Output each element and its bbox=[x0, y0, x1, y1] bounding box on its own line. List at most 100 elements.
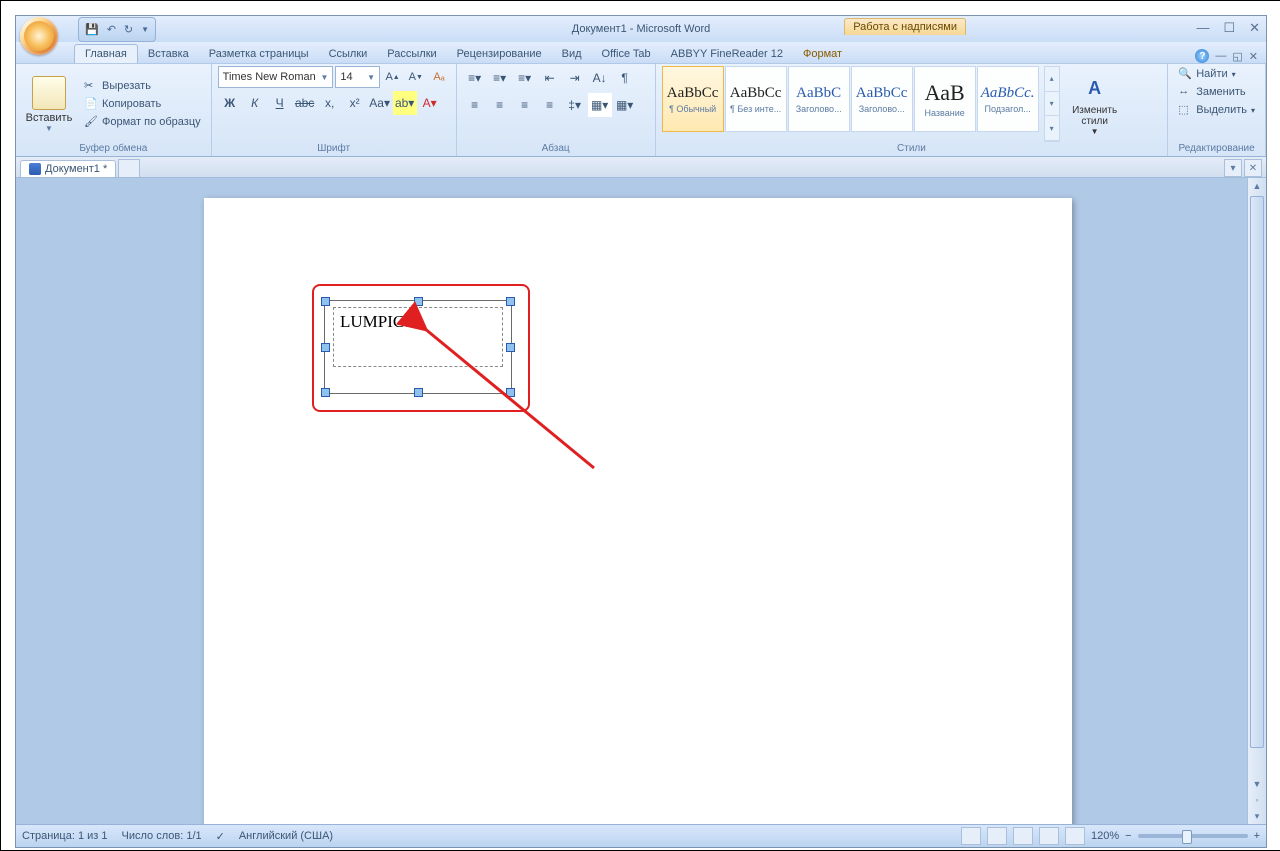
font-btn-6[interactable]: Aa▾ bbox=[368, 91, 392, 115]
view-draft-icon[interactable] bbox=[1065, 827, 1085, 845]
resize-handle[interactable] bbox=[321, 343, 330, 352]
style-item-2[interactable]: AaBbCЗаголово... bbox=[788, 66, 850, 132]
font-btn-0[interactable]: Ж bbox=[218, 91, 242, 115]
zoom-level[interactable]: 120% bbox=[1091, 830, 1119, 842]
borders-icon[interactable]: ▦▾ bbox=[613, 93, 637, 117]
align-center-icon[interactable]: ≡ bbox=[488, 93, 512, 117]
save-icon[interactable]: 💾 bbox=[85, 23, 99, 36]
scroll-up-icon[interactable]: ▲ bbox=[1248, 178, 1266, 194]
resize-handle[interactable] bbox=[321, 388, 330, 397]
scrollbar-thumb[interactable] bbox=[1250, 196, 1264, 748]
status-page[interactable]: Страница: 1 из 1 bbox=[22, 830, 108, 842]
scroll-down-icon[interactable]: ▼ bbox=[1248, 776, 1266, 792]
ribbon-tab-главная[interactable]: Главная bbox=[74, 44, 138, 63]
format-painter-button[interactable]: 🖌Формат по образцу bbox=[80, 114, 205, 130]
styles-gallery-more[interactable]: ▴▾▾ bbox=[1044, 66, 1060, 142]
shading-icon[interactable]: ▦▾ bbox=[588, 93, 612, 117]
textbox[interactable]: LUMPICS bbox=[324, 300, 512, 394]
indent-left-icon[interactable]: ⇤ bbox=[538, 66, 562, 90]
undo-icon[interactable]: ↶ bbox=[107, 23, 116, 36]
style-item-0[interactable]: AaBbCc¶ Обычный bbox=[662, 66, 724, 132]
shrink-font-icon[interactable]: A▼ bbox=[405, 66, 426, 88]
close-button[interactable]: ✕ bbox=[1249, 20, 1260, 36]
ribbon-tab-рецензирование[interactable]: Рецензирование bbox=[447, 45, 552, 63]
copy-button[interactable]: 📄Копировать bbox=[80, 96, 205, 112]
status-language[interactable]: Английский (США) bbox=[239, 830, 333, 842]
find-button[interactable]: 🔍Найти▾ bbox=[1174, 66, 1259, 82]
font-btn-4[interactable]: x, bbox=[318, 91, 342, 115]
font-name-combo[interactable]: Times New Roman▼ bbox=[218, 66, 334, 88]
resize-handle[interactable] bbox=[414, 388, 423, 397]
cut-button[interactable]: ✂Вырезать bbox=[80, 78, 205, 94]
indent-right-icon[interactable]: ⇥ bbox=[563, 66, 587, 90]
vertical-scrollbar[interactable]: ▲ ▼ ◦ ▾ bbox=[1247, 178, 1266, 824]
zoom-in-icon[interactable]: + bbox=[1254, 830, 1260, 842]
resize-handle[interactable] bbox=[321, 297, 330, 306]
view-print-layout-icon[interactable] bbox=[961, 827, 981, 845]
redo-icon[interactable]: ↻ bbox=[124, 23, 133, 36]
maximize-button[interactable]: ☐ bbox=[1223, 20, 1235, 36]
replace-button[interactable]: ↔Заменить bbox=[1174, 84, 1259, 100]
grow-font-icon[interactable]: A▲ bbox=[382, 66, 403, 88]
ribbon-tab-abbyy-finereader-12[interactable]: ABBYY FineReader 12 bbox=[661, 45, 793, 63]
ribbon-tab-office-tab[interactable]: Office Tab bbox=[592, 45, 661, 63]
font-btn-8[interactable]: A▾ bbox=[418, 91, 442, 115]
tab-close-icon[interactable]: ✕ bbox=[1244, 159, 1262, 177]
resize-handle[interactable] bbox=[414, 297, 423, 306]
view-fullscreen-icon[interactable] bbox=[987, 827, 1007, 845]
view-outline-icon[interactable] bbox=[1039, 827, 1059, 845]
ribbon-tab-ссылки[interactable]: Ссылки bbox=[319, 45, 378, 63]
font-size-combo[interactable]: 14▼ bbox=[335, 66, 380, 88]
new-tab-button[interactable] bbox=[118, 159, 140, 177]
clear-format-icon[interactable]: Aₐ bbox=[428, 66, 449, 88]
textbox-editing-area[interactable]: LUMPICS bbox=[333, 307, 503, 367]
show-marks-icon[interactable]: ¶ bbox=[613, 66, 637, 90]
zoom-slider[interactable] bbox=[1138, 834, 1248, 838]
help-icon[interactable]: ? bbox=[1195, 49, 1209, 63]
font-btn-1[interactable]: К bbox=[243, 91, 267, 115]
style-item-3[interactable]: AaBbCcЗаголово... bbox=[851, 66, 913, 132]
align-right-icon[interactable]: ≡ bbox=[513, 93, 537, 117]
ribbon-tab-разметка-страницы[interactable]: Разметка страницы bbox=[199, 45, 319, 63]
font-btn-5[interactable]: x² bbox=[343, 91, 367, 115]
style-item-5[interactable]: AaBbCc.Подзагол... bbox=[977, 66, 1039, 132]
status-words[interactable]: Число слов: 1/1 bbox=[122, 830, 202, 842]
office-button[interactable] bbox=[20, 17, 58, 55]
style-item-1[interactable]: AaBbCc¶ Без инте... bbox=[725, 66, 787, 132]
select-button[interactable]: ⬚Выделить▾ bbox=[1174, 102, 1259, 118]
ribbon-tab-рассылки[interactable]: Рассылки bbox=[377, 45, 446, 63]
qat-more-icon[interactable]: ▼ bbox=[141, 25, 149, 34]
align-left-icon[interactable]: ≡ bbox=[463, 93, 487, 117]
resize-handle[interactable] bbox=[506, 297, 515, 306]
next-page-icon[interactable]: ▾ bbox=[1248, 808, 1266, 824]
multilevel-icon[interactable]: ≡▾ bbox=[513, 66, 537, 90]
ribbon-tab-вид[interactable]: Вид bbox=[552, 45, 592, 63]
numbering-icon[interactable]: ≡▾ bbox=[488, 66, 512, 90]
document-tab[interactable]: Документ1 * bbox=[20, 160, 116, 177]
tab-dropdown-icon[interactable]: ▾ bbox=[1224, 159, 1242, 177]
document-canvas[interactable]: LUMPICS ▲ ▼ ◦ ▾ bbox=[16, 178, 1266, 824]
minimize-ribbon-icon[interactable]: — bbox=[1215, 50, 1226, 62]
textbox-content[interactable]: LUMPICS bbox=[334, 308, 502, 336]
line-spacing-icon[interactable]: ‡▾ bbox=[563, 93, 587, 117]
close-doc-icon[interactable]: ✕ bbox=[1249, 50, 1258, 63]
style-item-4[interactable]: АаВНазвание bbox=[914, 66, 976, 132]
sort-icon[interactable]: A↓ bbox=[588, 66, 612, 90]
justify-icon[interactable]: ≡ bbox=[538, 93, 562, 117]
font-btn-7[interactable]: ab▾ bbox=[393, 91, 417, 115]
font-btn-3[interactable]: abc bbox=[293, 91, 317, 115]
change-styles-button[interactable]: A Изменить стили ▼ bbox=[1064, 66, 1126, 142]
resize-handle[interactable] bbox=[506, 388, 515, 397]
zoom-out-icon[interactable]: − bbox=[1125, 830, 1131, 842]
restore-window-icon[interactable]: ◱ bbox=[1232, 50, 1242, 63]
page[interactable]: LUMPICS bbox=[204, 198, 1072, 824]
resize-handle[interactable] bbox=[506, 343, 515, 352]
bullets-icon[interactable]: ≡▾ bbox=[463, 66, 487, 90]
paste-button[interactable]: Вставить ▼ bbox=[22, 66, 76, 142]
view-web-icon[interactable] bbox=[1013, 827, 1033, 845]
ribbon-tab-вставка[interactable]: Вставка bbox=[138, 45, 199, 63]
minimize-button[interactable]: — bbox=[1196, 20, 1209, 36]
font-btn-2[interactable]: Ч bbox=[268, 91, 292, 115]
prev-page-icon[interactable]: ◦ bbox=[1248, 792, 1266, 808]
status-proofing-icon[interactable]: ✓ bbox=[216, 830, 225, 843]
